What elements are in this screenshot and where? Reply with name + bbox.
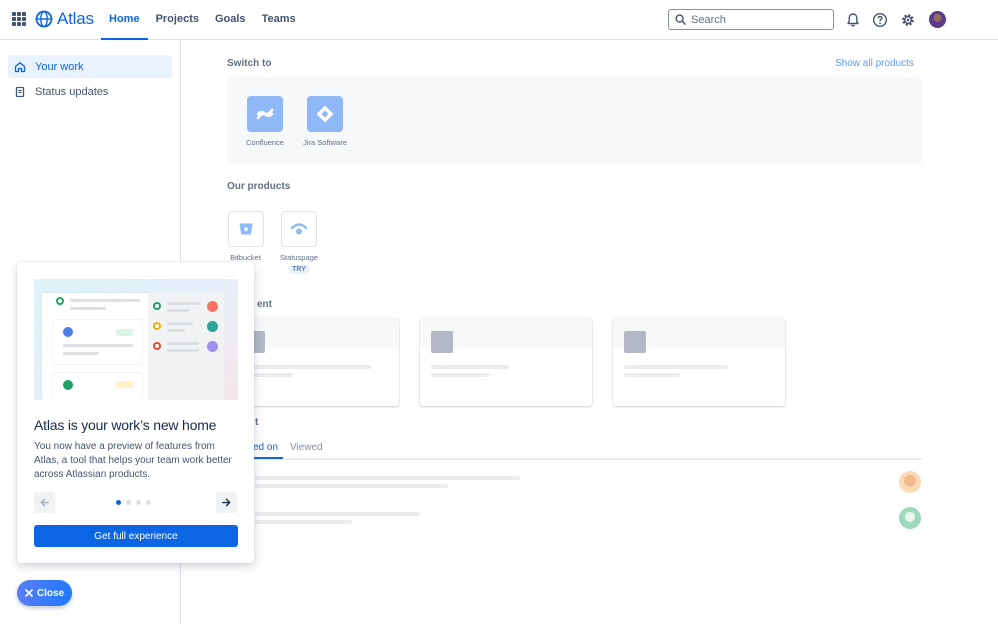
activity-row-placeholder xyxy=(255,520,352,524)
onboarding-illustration xyxy=(34,279,238,400)
get-full-experience-button[interactable]: Get full experience xyxy=(34,525,238,547)
close-icon xyxy=(25,589,33,597)
close-button[interactable]: Close xyxy=(17,580,72,606)
top-navigation-bar: Atlas Home Projects Goals Teams xyxy=(0,0,998,40)
search-box[interactable] xyxy=(668,9,834,30)
notifications-icon[interactable] xyxy=(845,12,861,28)
product-name: Bitbucket xyxy=(230,253,261,262)
product-confluence[interactable]: Confluence xyxy=(243,96,287,147)
statuspage-icon xyxy=(281,211,317,247)
step-dot[interactable] xyxy=(136,500,141,505)
activity-row-placeholder xyxy=(255,476,520,480)
try-badge: TRY xyxy=(289,265,309,274)
step-indicator xyxy=(116,500,151,505)
nav-goals[interactable]: Goals xyxy=(207,0,254,40)
activity-heading: t xyxy=(255,417,259,428)
product-statuspage[interactable]: Statuspage TRY xyxy=(276,211,322,274)
arrow-right-icon xyxy=(222,498,231,507)
nav-teams[interactable]: Teams xyxy=(254,0,304,40)
spotlight-title: Atlas is your work’s new home xyxy=(34,417,217,433)
close-label: Close xyxy=(36,587,65,599)
sidebar-item-label: Your work xyxy=(35,60,84,73)
tab-worked-on[interactable]: ed on xyxy=(253,442,278,453)
step-dot[interactable] xyxy=(126,500,131,505)
search-input[interactable] xyxy=(691,13,821,26)
primary-nav: Home Projects Goals Teams xyxy=(101,0,304,40)
step-dot[interactable] xyxy=(116,500,121,505)
product-jira-software[interactable]: Jira Software xyxy=(299,96,351,147)
our-products-heading: Our products xyxy=(227,181,291,192)
sidebar-item-label: Status updates xyxy=(35,85,109,98)
logo-text: Atlas xyxy=(57,9,94,28)
recent-card[interactable] xyxy=(420,318,592,406)
product-name: Statuspage xyxy=(280,253,318,262)
bitbucket-icon xyxy=(227,211,264,247)
nav-home[interactable]: Home xyxy=(101,0,148,40)
search-icon xyxy=(675,14,686,25)
product-bitbucket[interactable]: Bitbucket xyxy=(227,211,264,262)
user-avatar[interactable] xyxy=(929,11,946,28)
switch-to-panel: Confluence Jira Software xyxy=(227,77,922,164)
home-icon xyxy=(14,61,26,72)
nav-projects[interactable]: Projects xyxy=(148,0,207,40)
activity-row-placeholder xyxy=(255,512,420,516)
document-icon xyxy=(15,86,25,97)
activity-row-placeholder xyxy=(255,484,448,488)
app-switcher-icon[interactable] xyxy=(12,12,26,26)
arrow-left-icon xyxy=(40,498,49,507)
recent-heading: ent xyxy=(257,299,272,310)
show-all-products-link[interactable]: Show all products xyxy=(835,58,914,69)
switch-to-heading: Switch to xyxy=(227,58,272,69)
avatar[interactable] xyxy=(899,471,921,493)
sidebar-item-your-work[interactable]: Your work xyxy=(8,55,172,78)
atlas-logo[interactable]: Atlas xyxy=(35,9,94,29)
recent-card[interactable] xyxy=(613,318,785,406)
product-name: Confluence xyxy=(246,138,284,147)
product-name: Jira Software xyxy=(303,138,347,147)
spotlight-body: You now have a preview of features from … xyxy=(34,441,232,480)
onboarding-spotlight: Atlas is your work’s new home You now ha… xyxy=(17,262,254,563)
previous-button[interactable] xyxy=(34,492,55,513)
confluence-icon xyxy=(247,96,283,132)
sidebar-item-status-updates[interactable]: Status updates xyxy=(8,80,172,103)
activity-tabs: ed on Viewed xyxy=(227,440,922,460)
tab-viewed[interactable]: Viewed xyxy=(290,442,323,453)
avatar[interactable] xyxy=(899,507,921,529)
atlas-logo-icon xyxy=(35,10,53,28)
step-dot[interactable] xyxy=(146,500,151,505)
help-icon[interactable] xyxy=(872,12,888,28)
next-button[interactable] xyxy=(216,492,237,513)
settings-icon[interactable] xyxy=(900,12,916,28)
jira-icon xyxy=(307,96,343,132)
